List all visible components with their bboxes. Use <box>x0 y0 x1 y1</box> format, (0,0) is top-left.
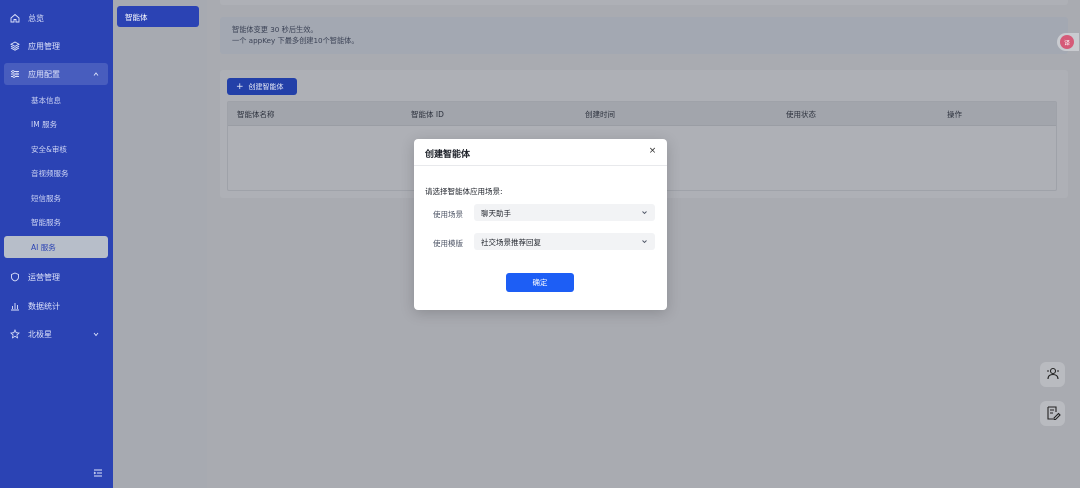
chevron-down-icon <box>641 238 648 245</box>
chevron-down-icon <box>92 330 100 338</box>
create-agent-dialog: 创建智能体 × 请选择智能体应用场景: 使用场景 聊天助手 使用模版 社交场景推… <box>414 139 667 310</box>
sidebar: 总览 应用管理 应用配置 基本信息 IM 服务 安全&审核 音视频服务 短信服务… <box>0 0 113 488</box>
shield-icon <box>10 272 20 282</box>
sidebar-subitem-im-service[interactable]: IM 服务 <box>4 113 108 135</box>
sidebar-item-app-management[interactable]: 应用管理 <box>4 35 108 57</box>
chevron-down-icon <box>641 209 648 216</box>
close-icon[interactable]: × <box>648 147 657 156</box>
confirm-button[interactable]: 确定 <box>506 273 574 292</box>
home-icon <box>10 13 20 23</box>
sidebar-subitem-sms-service[interactable]: 短信服务 <box>4 187 108 209</box>
column-header: 智能体名称 <box>237 110 275 119</box>
translate-badge[interactable]: 译 <box>1057 33 1079 51</box>
dialog-title: 创建智能体 <box>425 150 471 160</box>
plus-icon: + <box>236 81 244 92</box>
column-header: 创建时间 <box>585 110 615 119</box>
sidebar-item-app-config[interactable]: 应用配置 <box>4 63 108 85</box>
notice-line: 一个 appKey 下最多创建10个智能体。 <box>232 36 359 45</box>
table-header: 智能体名称 智能体 ID 创建时间 使用状态 操作 <box>228 102 1056 126</box>
sidebar-item-operations[interactable]: 运营管理 <box>4 266 108 288</box>
scene-prompt: 请选择智能体应用场景: <box>425 187 503 196</box>
column-header: 智能体 ID <box>411 110 444 119</box>
edit-note-icon <box>1045 405 1061 423</box>
sidebar-subitem-smart-service[interactable]: 智能服务 <box>4 211 108 233</box>
help-float-button[interactable] <box>1040 362 1065 387</box>
notice-box: 智能体变更 30 秒后生效。 一个 appKey 下最多创建10个智能体。 <box>220 17 1068 54</box>
sidebar-subitem-av-service[interactable]: 音视频服务 <box>4 162 108 184</box>
layers-icon <box>10 41 20 51</box>
scene-label: 使用场景 <box>433 210 463 219</box>
collapse-menu-icon[interactable] <box>93 468 103 478</box>
sidebar-subitem-security[interactable]: 安全&审核 <box>4 138 108 160</box>
feedback-float-button[interactable] <box>1040 401 1065 426</box>
scene-select[interactable]: 聊天助手 <box>474 204 655 221</box>
notice-line: 智能体变更 30 秒后生效。 <box>232 25 318 34</box>
sidebar-item-label: 总览 <box>28 13 44 23</box>
sidebar-item-north-star[interactable]: 北极星 <box>4 323 108 345</box>
sidebar-item-label: 运营管理 <box>28 272 60 282</box>
secondary-nav-item-agent[interactable]: 智能体 <box>117 6 199 27</box>
secondary-nav: 智能体 <box>113 0 207 488</box>
template-label: 使用模版 <box>433 239 463 248</box>
template-select[interactable]: 社交场景推荐回复 <box>474 233 655 250</box>
template-select-value: 社交场景推荐回复 <box>481 238 541 247</box>
star-icon <box>10 329 20 339</box>
create-agent-button[interactable]: + 创建智能体 <box>227 78 297 95</box>
top-panel <box>220 0 1068 5</box>
scene-select-value: 聊天助手 <box>481 209 511 218</box>
chevron-up-icon <box>92 70 100 78</box>
column-header: 使用状态 <box>786 110 816 119</box>
sidebar-item-statistics[interactable]: 数据统计 <box>4 295 108 317</box>
dialog-header: 创建智能体 × <box>414 139 667 166</box>
create-agent-label: 创建智能体 <box>248 82 284 91</box>
sliders-icon <box>10 69 20 79</box>
sidebar-item-label: 数据统计 <box>28 301 60 311</box>
sidebar-item-label: 北极星 <box>28 329 52 339</box>
sidebar-subitem-basic-info[interactable]: 基本信息 <box>4 89 108 111</box>
sidebar-subitem-ai-service[interactable]: AI 服务 <box>4 236 108 258</box>
support-icon <box>1045 366 1061 384</box>
chart-icon <box>10 301 20 311</box>
sidebar-item-label: 应用配置 <box>28 69 60 79</box>
sidebar-item-label: 应用管理 <box>28 41 60 51</box>
sidebar-item-overview[interactable]: 总览 <box>4 7 108 29</box>
column-header: 操作 <box>947 110 962 119</box>
translate-icon: 译 <box>1060 35 1074 49</box>
